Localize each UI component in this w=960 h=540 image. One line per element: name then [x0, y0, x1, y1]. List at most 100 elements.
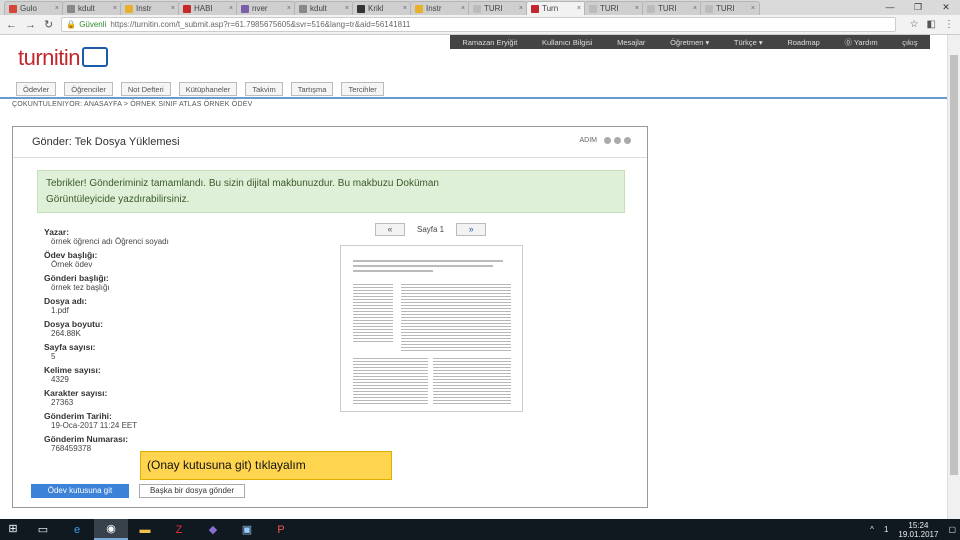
tab-close-icon[interactable]: × — [171, 5, 175, 12]
tab-label: TURI — [658, 4, 677, 13]
browser-tab[interactable]: Gulo × — [4, 1, 64, 15]
tab-close-icon[interactable]: × — [403, 5, 407, 12]
tab-close-icon[interactable]: × — [345, 5, 349, 12]
document-preview[interactable] — [340, 245, 523, 412]
tab-label: Instr — [426, 4, 442, 13]
tab-favicon-icon — [531, 4, 539, 13]
powerpoint-icon[interactable]: P — [264, 519, 298, 540]
topnav-user[interactable]: Ramazan Eryiğit — [462, 38, 517, 47]
tab-close-icon[interactable]: × — [461, 5, 465, 12]
action-center-icon[interactable]: ▢ — [948, 525, 956, 534]
submit-another-file-button[interactable]: Başka bir dosya gönder — [139, 484, 245, 498]
package-icon[interactable]: ▣ — [230, 519, 264, 540]
tab-label: Turn — [542, 4, 559, 13]
topnav-language[interactable]: Türkçe ▾ — [734, 38, 763, 47]
topnav-messages[interactable]: Mesajlar — [617, 38, 645, 47]
tab-close-icon[interactable]: × — [577, 5, 581, 12]
browser-tab[interactable]: TURI × — [642, 1, 702, 15]
task-view-icon[interactable]: ▭ — [26, 519, 60, 540]
tray-arrow-icon[interactable]: ^ — [870, 525, 874, 534]
tab-favicon-icon — [415, 4, 423, 13]
page-scrollbar[interactable] — [947, 35, 960, 519]
preview-text-block — [401, 282, 511, 352]
tab-favicon-icon — [705, 4, 713, 13]
topnav-user-info[interactable]: Kullanıcı Bilgisi — [542, 38, 592, 47]
step-dot-2 — [614, 137, 621, 144]
tab-close-icon[interactable]: × — [287, 5, 291, 12]
tab-label: Gulo — [20, 4, 37, 13]
tab-close-icon[interactable]: × — [113, 5, 117, 12]
tab-label: nver — [252, 4, 268, 13]
browser-tab[interactable]: nver × — [236, 1, 296, 15]
tab-discussion[interactable]: Tartışma — [290, 82, 334, 96]
filezilla-icon[interactable]: Z — [162, 519, 196, 540]
browser-tab[interactable]: kdult × — [62, 1, 122, 15]
minimize-icon[interactable]: — — [876, 0, 904, 15]
maximize-icon[interactable]: ❐ — [904, 0, 932, 15]
meta-label: Dosya adı: — [44, 296, 87, 306]
tab-close-icon[interactable]: × — [635, 5, 639, 12]
topnav-role[interactable]: Öğretmen ▾ — [670, 38, 709, 47]
edge-icon[interactable]: e — [60, 519, 94, 540]
tab-close-icon[interactable]: × — [693, 5, 697, 12]
prev-page-button[interactable]: « — [375, 223, 405, 236]
url-input[interactable]: 🔒 Güvenli https://turnitin.com/t_submit.… — [61, 17, 896, 32]
topnav-logout[interactable]: çıkış — [902, 38, 917, 47]
tab-libraries[interactable]: Kütüphaneler — [178, 82, 238, 96]
browser-tab[interactable]: TURI × — [468, 1, 528, 15]
app-icon[interactable]: ◆ — [196, 519, 230, 540]
tab-calendar[interactable]: Takvim — [245, 82, 283, 96]
lock-icon: 🔒 — [66, 20, 77, 29]
meta-value: 4329 — [51, 375, 69, 384]
chrome-icon[interactable]: ◉ — [94, 519, 128, 540]
main-tabs: Ödevler Öğrenciler Not Defteri Kütüphane… — [16, 82, 392, 96]
tab-close-icon[interactable]: × — [55, 5, 59, 12]
clock[interactable]: 15:24 19.01.2017 — [898, 521, 938, 539]
alert-line-2: Görüntüleyicide yazdırabilirsiniz. — [46, 194, 190, 205]
meta-value: 1.pdf — [51, 306, 69, 315]
tab-preferences[interactable]: Tercihler — [341, 82, 384, 96]
tab-gradebook[interactable]: Not Defteri — [120, 82, 171, 96]
tab-close-icon[interactable]: × — [229, 5, 233, 12]
tab-favicon-icon — [183, 4, 191, 13]
next-page-button[interactable]: » — [456, 223, 487, 236]
forward-icon[interactable]: → — [25, 19, 36, 31]
tab-students[interactable]: Öğrenciler — [64, 82, 113, 96]
topnav-help[interactable]: ⓪ Yardım — [845, 37, 878, 48]
browser-tab[interactable]: Krikl × — [352, 1, 412, 15]
browser-tab[interactable]: Turn × — [526, 1, 586, 15]
address-bar: ← → ↻ 🔒 Güvenli https://turnitin.com/t_s… — [0, 15, 960, 35]
browser-tab[interactable]: TURI × — [700, 1, 760, 15]
page-label: Sayfa 1 — [417, 225, 445, 234]
meta-value: örnek öğrenci adı Öğrenci soyadı — [51, 237, 169, 246]
preview-text-block — [353, 356, 428, 406]
tab-favicon-icon — [9, 4, 17, 13]
meta-label: Kelime sayısı: — [44, 365, 101, 375]
tab-close-icon[interactable]: × — [519, 5, 523, 12]
back-icon[interactable]: ← — [6, 19, 17, 31]
browser-tab[interactable]: Instr × — [120, 1, 180, 15]
step-dot-3 — [624, 137, 631, 144]
browser-tab[interactable]: HABI × — [178, 1, 238, 15]
browser-tab[interactable]: Instr × — [410, 1, 470, 15]
extension-icon[interactable]: ◧ — [927, 19, 936, 30]
star-icon[interactable]: ☆ — [910, 19, 919, 30]
preview-title-line — [353, 260, 503, 262]
file-explorer-icon[interactable]: ▬ — [128, 519, 162, 540]
tab-assignments[interactable]: Ödevler — [16, 82, 57, 96]
browser-tab[interactable]: kdult × — [294, 1, 354, 15]
menu-icon[interactable]: ⋮ — [944, 19, 954, 30]
close-window-icon[interactable]: ✕ — [932, 0, 960, 15]
meta-value: 264.88K — [51, 329, 81, 338]
turnitin-logo[interactable]: turnitin — [18, 45, 109, 71]
submission-metadata: Yazar: örnek öğrenci adı Öğrenci soyadı … — [44, 227, 244, 457]
start-button[interactable]: ⊞ — [0, 519, 26, 540]
topnav-roadmap[interactable]: Roadmap — [787, 38, 820, 47]
scrollbar-thumb[interactable] — [950, 55, 958, 475]
reload-icon[interactable]: ↻ — [44, 18, 53, 31]
tab-close-icon[interactable]: × — [751, 5, 755, 12]
page-pager: « Sayfa 1 » — [375, 223, 487, 236]
notification-badge[interactable]: 1 — [884, 525, 888, 534]
go-to-assignment-box-button[interactable]: Ödev kutusuna git — [31, 484, 129, 498]
browser-tab[interactable]: TURI × — [584, 1, 644, 15]
